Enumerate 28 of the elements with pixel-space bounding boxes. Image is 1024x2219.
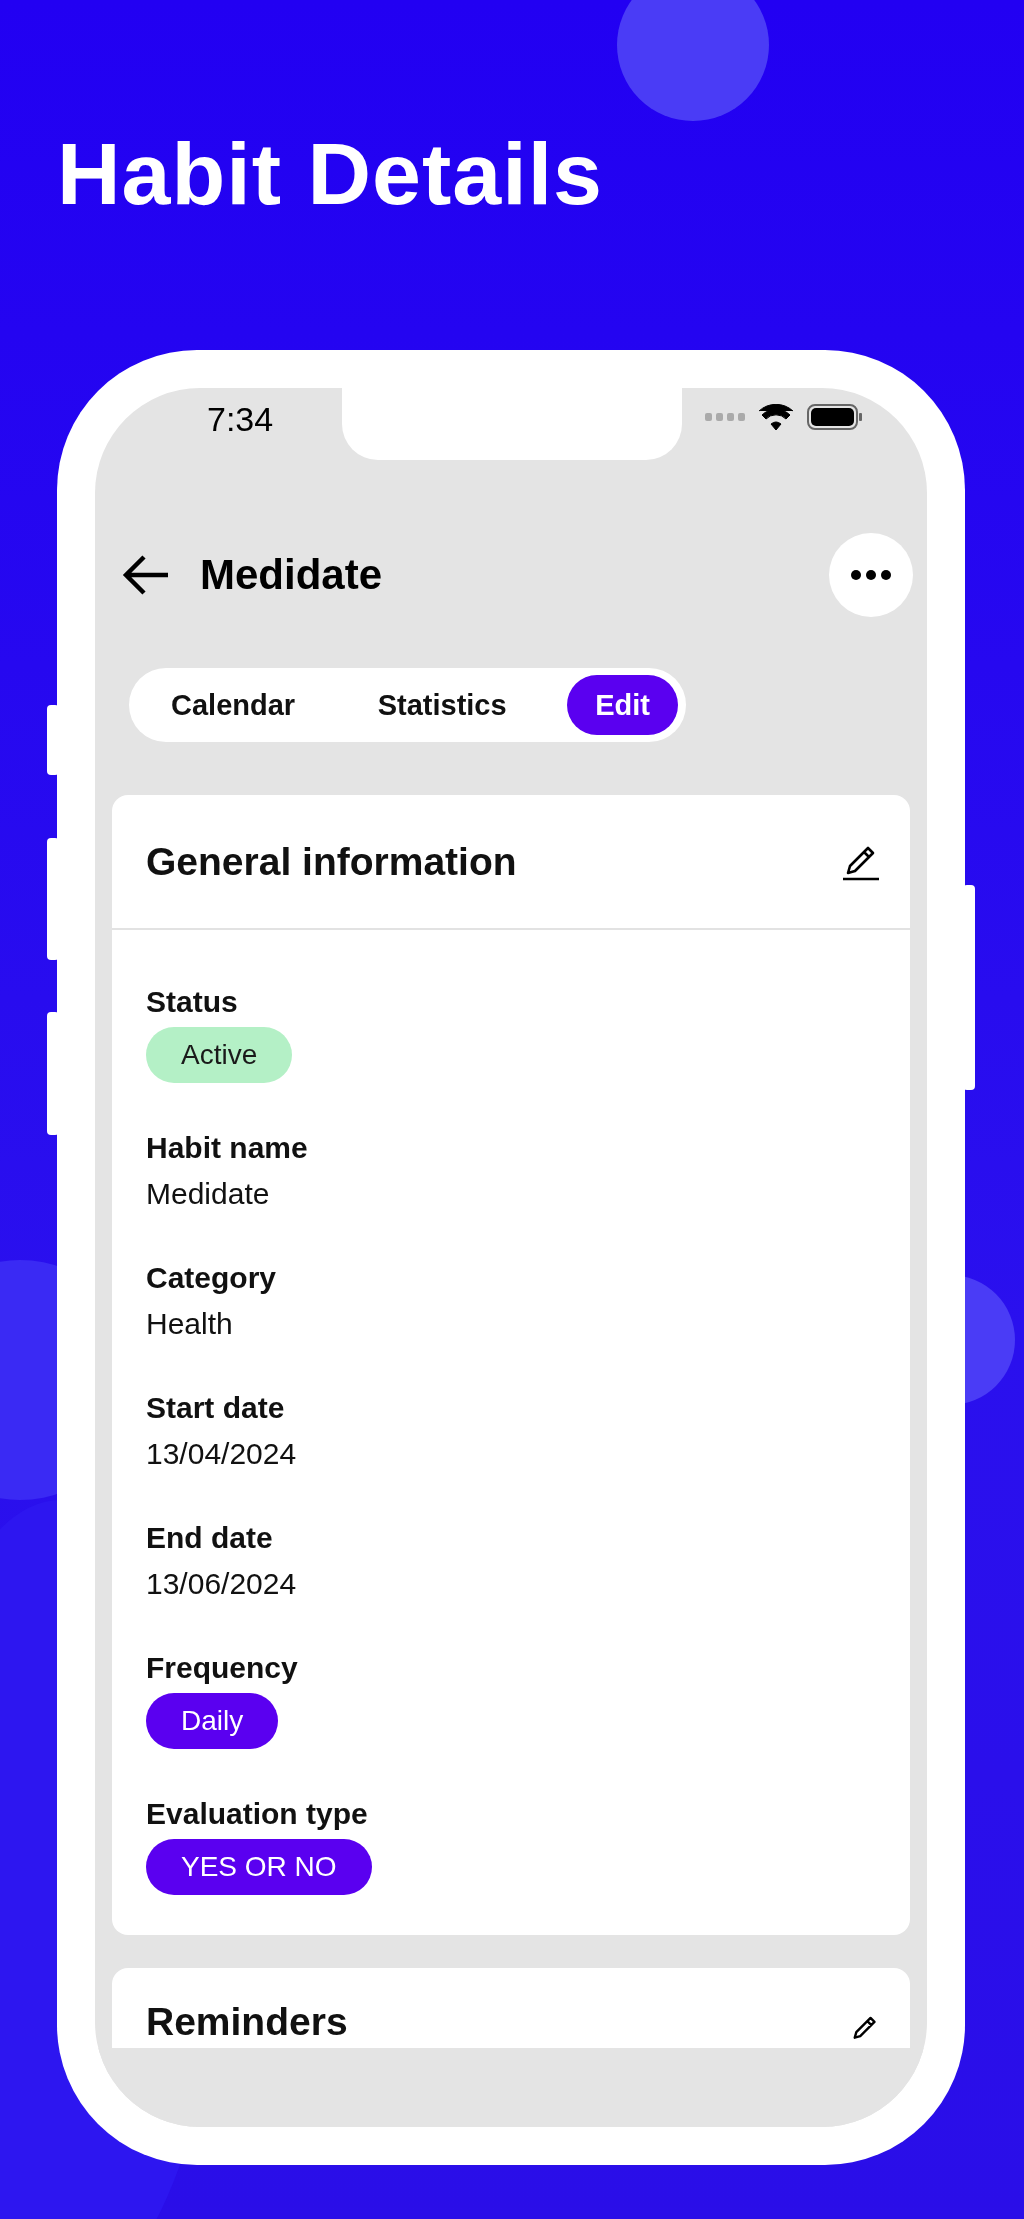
field-label: Habit name [146, 1130, 308, 1166]
value-badge: Daily [146, 1693, 279, 1749]
card-title: Reminders [146, 2000, 348, 2044]
field-label: Start date [146, 1390, 285, 1426]
field-label: Category [146, 1260, 277, 1296]
status-time: 7:34 [207, 400, 274, 439]
back-button[interactable] [122, 554, 170, 596]
more-icon [851, 570, 891, 580]
field-value: Medidate [146, 1176, 270, 1212]
status-badge: Active [146, 1027, 293, 1083]
wifi-icon [759, 404, 793, 430]
field-label: Status [146, 984, 238, 1020]
battery-icon [807, 404, 863, 430]
tab[interactable]: Calendar [149, 675, 318, 735]
page-headline: Habit Details [57, 130, 604, 218]
signal-icon [705, 412, 745, 422]
field-value: 13/06/2024 [146, 1566, 297, 1602]
tab[interactable]: Statistics [355, 675, 529, 735]
field-label: End date [146, 1520, 273, 1556]
screen-title: Medidate [200, 551, 384, 599]
tab[interactable]: Edit [567, 675, 678, 735]
field-label: Evaluation type [146, 1796, 368, 1832]
card-title: General information [146, 839, 517, 884]
field-value: 13/04/2024 [146, 1436, 297, 1472]
field-label: Frequency [146, 1650, 298, 1686]
field-value: Health [146, 1306, 233, 1342]
value-badge: YES OR NO [146, 1839, 372, 1895]
back-arrow-icon [122, 554, 170, 596]
